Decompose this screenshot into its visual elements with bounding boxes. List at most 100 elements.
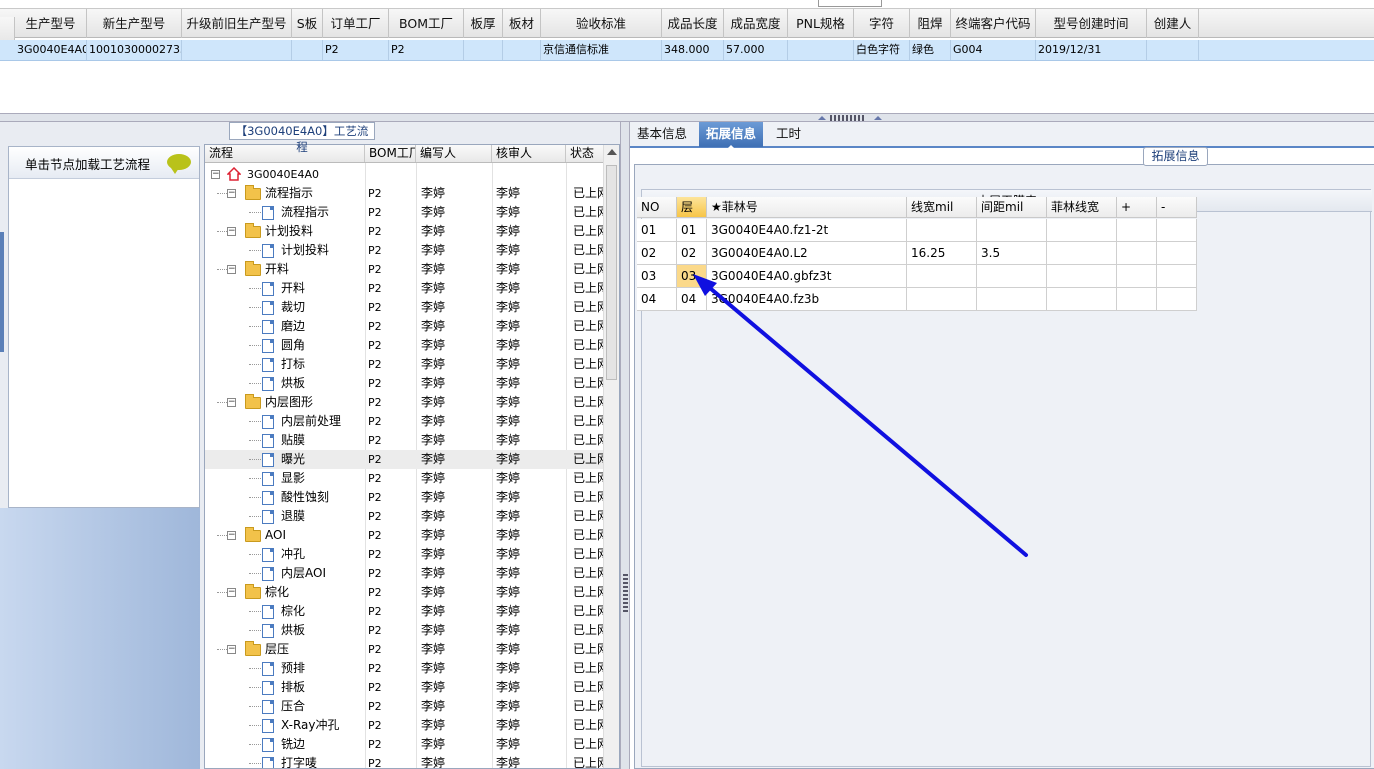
tree-row[interactable]: − AOI P2 李婷 李婷 已上网 <box>205 526 609 545</box>
tree-row[interactable]: 流程指示 P2 李婷 李婷 已上网 <box>205 203 609 222</box>
scroll-up-icon[interactable] <box>607 149 617 155</box>
grid-cell[interactable] <box>182 40 292 60</box>
column-header[interactable]: 核审人 <box>492 145 566 162</box>
grid-cell[interactable] <box>1047 288 1117 311</box>
column-header[interactable]: 验收标准 <box>541 9 662 38</box>
tree-row[interactable]: − 开料 P2 李婷 李婷 已上网 <box>205 260 609 279</box>
horizontal-splitter[interactable] <box>0 113 1374 122</box>
grid-cell[interactable] <box>1117 219 1157 242</box>
grid-cell[interactable] <box>977 265 1047 288</box>
grid-cell[interactable] <box>1147 40 1199 60</box>
grid-cell[interactable]: G004 <box>951 40 1036 60</box>
column-header[interactable]: BOM工厂 <box>365 145 416 162</box>
tree-row[interactable]: 曝光 P2 李婷 李婷 已上网 <box>205 450 609 469</box>
column-header[interactable]: ★菲林号 <box>707 197 907 218</box>
grid-cell[interactable]: 02 <box>637 242 677 265</box>
column-header[interactable]: 线宽mil <box>907 197 977 218</box>
tree-root-node[interactable]: − 3G0040E4A0 <box>205 165 605 184</box>
grid-cell[interactable]: 3G0040E4A0.fz1-2t <box>707 219 907 242</box>
column-header[interactable]: S板 <box>292 9 323 38</box>
column-header[interactable]: 成品宽度 <box>724 9 788 38</box>
grid-cell[interactable]: 348.000 <box>662 40 724 60</box>
tree-row[interactable]: 裁切 P2 李婷 李婷 已上网 <box>205 298 609 317</box>
tree-row[interactable]: 烘板 P2 李婷 李婷 已上网 <box>205 374 609 393</box>
column-header[interactable]: 型号创建时间 <box>1036 9 1147 38</box>
tree-row[interactable]: − 棕化 P2 李婷 李婷 已上网 <box>205 583 609 602</box>
tree-row[interactable]: − 计划投料 P2 李婷 李婷 已上网 <box>205 222 609 241</box>
grid-cell[interactable]: 01 <box>637 219 677 242</box>
grid-cell[interactable] <box>977 288 1047 311</box>
collapse-icon[interactable]: − <box>227 265 236 274</box>
tree-row[interactable]: 内层前处理 P2 李婷 李婷 已上网 <box>205 412 609 431</box>
grid-cell[interactable]: 3.5 <box>977 242 1047 265</box>
grid-cell[interactable]: P2 <box>323 40 389 60</box>
column-header[interactable]: 阻焊 <box>910 9 951 38</box>
tree-row[interactable]: 棕化 P2 李婷 李婷 已上网 <box>205 602 609 621</box>
tree-row[interactable]: 排板 P2 李婷 李婷 已上网 <box>205 678 609 697</box>
column-header[interactable]: 订单工厂 <box>323 9 389 38</box>
column-header[interactable]: 生产型号 <box>15 9 87 38</box>
grid-cell[interactable] <box>907 219 977 242</box>
grid-cell[interactable] <box>1047 265 1117 288</box>
tree-row[interactable]: 计划投料 P2 李婷 李婷 已上网 <box>205 241 609 260</box>
collapse-icon[interactable]: − <box>227 227 236 236</box>
grid-cell[interactable]: 3G0040E4A0.gbfz3t <box>707 265 907 288</box>
grid-cell[interactable]: 04 <box>637 288 677 311</box>
tree-row[interactable]: 打标 P2 李婷 李婷 已上网 <box>205 355 609 374</box>
collapse-icon[interactable]: − <box>227 531 236 540</box>
grid-cell[interactable] <box>907 265 977 288</box>
grid-cell[interactable] <box>1157 288 1197 311</box>
grid-cell[interactable] <box>1117 242 1157 265</box>
tree-row[interactable]: 圆角 P2 李婷 李婷 已上网 <box>205 336 609 355</box>
process-flow-scrollbar[interactable] <box>603 145 619 768</box>
tree-row[interactable]: 打字唛 P2 李婷 李婷 已上网 <box>205 754 609 768</box>
column-header[interactable]: BOM工厂 <box>389 9 464 38</box>
tree-row[interactable]: 压合 P2 李婷 李婷 已上网 <box>205 697 609 716</box>
tree-row[interactable]: − 层压 P2 李婷 李婷 已上网 <box>205 640 609 659</box>
grid-cell[interactable] <box>1117 265 1157 288</box>
grid-cell[interactable] <box>464 40 503 60</box>
grid-cell[interactable]: 2019/12/31 <box>1036 40 1147 60</box>
tab-extended-info[interactable]: 拓展信息 <box>699 122 764 149</box>
grid-cell[interactable]: 绿色 <box>910 40 951 60</box>
collapse-icon[interactable]: − <box>227 398 236 407</box>
grid-cell[interactable]: P2 <box>389 40 464 60</box>
column-header[interactable]: 间距mil <box>977 197 1047 218</box>
splitter-arrow-icon[interactable] <box>818 116 826 120</box>
grid-cell[interactable]: 03 <box>637 265 677 288</box>
tab-work-hours[interactable]: 工时 <box>769 122 808 147</box>
grid-cell[interactable] <box>1157 242 1197 265</box>
grid-cell[interactable]: 02 <box>677 242 707 265</box>
column-header[interactable]: 新生产型号 <box>87 9 182 38</box>
tree-row[interactable]: 冲孔 P2 李婷 李婷 已上网 <box>205 545 609 564</box>
column-header[interactable]: 层 <box>677 197 707 218</box>
grid-cell[interactable] <box>292 40 323 60</box>
tree-row[interactable]: 退膜 P2 李婷 李婷 已上网 <box>205 507 609 526</box>
splitter-grip-icon[interactable] <box>623 572 628 612</box>
grid-cell[interactable] <box>1117 288 1157 311</box>
vertical-splitter[interactable] <box>620 122 630 769</box>
model-grid-row-selected[interactable]: 3G0040E4A0 10010300002733 P2 P2 京信通信标准 348.00… <box>0 40 1374 61</box>
column-header[interactable]: 升级前旧生产型号 <box>182 9 292 38</box>
grid-cell[interactable]: 京信通信标准 <box>541 40 662 60</box>
grid-cell[interactable]: 3G0040E4A0 <box>15 40 87 60</box>
node-hint-header[interactable]: 单击节点加载工艺流程 <box>9 147 199 179</box>
splitter-grip-icon[interactable] <box>830 115 866 121</box>
grid-cell[interactable]: 3G0040E4A0.L2 <box>707 242 907 265</box>
column-header[interactable]: 板材 <box>503 9 541 38</box>
column-header[interactable]: 流程 <box>205 145 365 162</box>
grid-cell[interactable] <box>1157 219 1197 242</box>
grid-cell[interactable]: 白色字符 <box>854 40 910 60</box>
column-header[interactable]: PNL规格 <box>788 9 854 38</box>
grid-cell[interactable]: 3G0040E4A0.fz3b <box>707 288 907 311</box>
column-header[interactable]: 菲林线宽 <box>1047 197 1117 218</box>
column-header[interactable]: 编写人 <box>416 145 492 162</box>
tree-row[interactable]: − 流程指示 P2 李婷 李婷 已上网 <box>205 184 609 203</box>
grid-cell[interactable]: 03 <box>677 265 707 288</box>
collapse-icon[interactable]: − <box>227 645 236 654</box>
tree-row[interactable]: X-Ray冲孔 P2 李婷 李婷 已上网 <box>205 716 609 735</box>
column-header[interactable]: 字符 <box>854 9 910 38</box>
scroll-thumb[interactable] <box>606 165 617 380</box>
grid-cell[interactable] <box>1047 219 1117 242</box>
grid-cell[interactable]: 16.25 <box>907 242 977 265</box>
